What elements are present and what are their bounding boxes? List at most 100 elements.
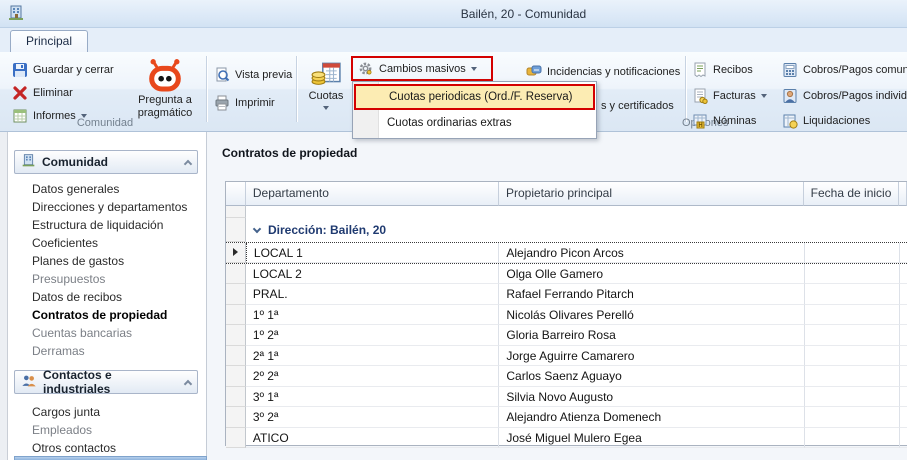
sidebar-item-otros-contactos[interactable]: Otros contactos	[8, 439, 207, 457]
cell-fecha[interactable]	[805, 407, 900, 428]
sidebar-item-derramas[interactable]: Derramas	[8, 342, 207, 360]
cell-departamento[interactable]: 1º 1ª	[246, 305, 499, 326]
row-indicator-cell	[226, 305, 246, 326]
payroll-icon: H	[692, 113, 708, 129]
facturas-button[interactable]: Facturas	[692, 86, 767, 106]
cell-fecha[interactable]	[805, 264, 900, 285]
cuotas-label: Cuotas	[309, 90, 344, 103]
cell-departamento[interactable]: 2º 2ª	[246, 366, 499, 387]
menu-item-cuotas-ordinarias-extras[interactable]: Cuotas ordinarias extras	[353, 111, 596, 138]
cell-propietario[interactable]: Silvia Novo Augusto	[499, 387, 804, 408]
sidebar-item-empleados[interactable]: Empleados	[8, 421, 207, 439]
cell-extra	[900, 366, 907, 387]
cambios-masivos-label: Cambios masivos	[379, 63, 466, 75]
cell-departamento[interactable]: LOCAL 2	[246, 264, 499, 285]
delete-button[interactable]: Eliminar	[12, 83, 73, 103]
table-row[interactable]: 3º 2ª Alejandro Atienza Domenech	[226, 407, 907, 428]
table-header-row: Departamento Propietario principal Fecha…	[226, 182, 907, 206]
cell-fecha[interactable]	[805, 387, 900, 408]
cobros-pagos-individuales-button[interactable]: Cobros/Pagos individu	[782, 86, 907, 106]
row-indicator-cell	[226, 366, 246, 387]
cell-propietario[interactable]: Rafael Ferrando Pitarch	[499, 284, 804, 305]
save-close-button[interactable]: Guardar y cerrar	[12, 60, 114, 80]
sidebar-list-contactos: Cargos junta Empleados Otros contactos	[8, 403, 207, 457]
facturas-label: Facturas	[713, 90, 756, 102]
table-row[interactable]: LOCAL 1 Alejandro Picon Arcos	[226, 242, 907, 264]
sidebar-item-datos-generales[interactable]: Datos generales	[8, 180, 207, 198]
ribbon-divider	[685, 56, 687, 122]
table-gap-row	[226, 206, 907, 218]
cell-fecha[interactable]	[805, 346, 900, 367]
table-row[interactable]: 3º 1ª Silvia Novo Augusto	[226, 387, 907, 408]
cell-propietario[interactable]: Carlos Saenz Aguayo	[499, 366, 804, 387]
print-button[interactable]: Imprimir	[214, 93, 275, 113]
column-header-departamento[interactable]: Departamento	[246, 182, 499, 206]
certificados-label-fragment[interactable]: s y certificados	[601, 100, 674, 112]
printer-icon	[214, 95, 230, 111]
cell-propietario[interactable]: Nicolás Olivares Perelló	[499, 305, 804, 326]
column-header-extra	[899, 182, 907, 206]
preview-button[interactable]: Vista previa	[214, 65, 292, 85]
sidebar-item-datos-recibos[interactable]: Datos de recibos	[8, 288, 207, 306]
cell-propietario[interactable]: Jorge Aguirre Camarero	[499, 346, 804, 367]
cell-fecha[interactable]	[805, 305, 900, 326]
table-row[interactable]: LOCAL 2 Olga Olle Gamero	[226, 264, 907, 285]
table-row[interactable]: 1º 1ª Nicolás Olivares Perelló	[226, 305, 907, 326]
cell-fecha[interactable]	[805, 428, 900, 449]
cell-departamento[interactable]: 3º 1ª	[246, 387, 499, 408]
sidebar-item-estructura-liquidacion[interactable]: Estructura de liquidación	[8, 216, 207, 234]
row-indicator-cell	[226, 206, 246, 218]
cell-propietario[interactable]: Olga Olle Gamero	[499, 264, 804, 285]
save-icon	[12, 62, 28, 78]
column-header-propietario[interactable]: Propietario principal	[499, 182, 804, 206]
cell-departamento[interactable]: 1º 2ª	[246, 325, 499, 346]
sidebar-item-planes-gastos[interactable]: Planes de gastos	[8, 252, 207, 270]
recibos-button[interactable]: Recibos	[692, 60, 753, 80]
liquidaciones-button[interactable]: Liquidaciones	[782, 111, 870, 131]
sidebar-item-cuentas-bancarias[interactable]: Cuentas bancarias	[8, 324, 207, 342]
cell-departamento[interactable]: PRAL.	[246, 284, 499, 305]
incidencias-button[interactable]: Incidencias y notificaciones	[526, 62, 680, 82]
cell-departamento[interactable]: ATICO	[246, 428, 499, 449]
nominas-button[interactable]: H Nóminas	[692, 111, 756, 131]
table-row[interactable]: 2º 2ª Carlos Saenz Aguayo	[226, 366, 907, 387]
cuotas-button[interactable]: Cuotas	[302, 56, 350, 113]
cell-propietario[interactable]: Alejandro Picon Arcos	[499, 243, 804, 263]
cell-propietario[interactable]: Alejandro Atienza Domenech	[499, 407, 804, 428]
sidebar-section-contactos[interactable]: Contactos e industriales	[14, 370, 198, 394]
table-row[interactable]: 2ª 1ª Jorge Aguirre Camarero	[226, 346, 907, 367]
cell-fecha[interactable]	[805, 284, 900, 305]
sidebar-item-cargos-junta[interactable]: Cargos junta	[8, 403, 207, 421]
menu-item-cuotas-periodicas[interactable]: Cuotas periodicas (Ord./F. Reserva)	[354, 84, 595, 110]
sidebar-next-section-edge[interactable]	[14, 456, 207, 460]
coins-calendar-icon	[311, 56, 341, 90]
robot-icon	[147, 56, 183, 94]
column-header-fecha[interactable]: Fecha de inicio	[804, 182, 899, 206]
chevron-down-icon	[471, 67, 477, 74]
cambios-masivos-button[interactable]: Cambios masivos	[358, 59, 477, 79]
chevron-down-icon[interactable]	[253, 224, 261, 232]
cell-departamento[interactable]: 3º 2ª	[246, 407, 499, 428]
table-row[interactable]: ATICO José Miguel Mulero Egea	[226, 428, 907, 449]
tab-principal[interactable]: Principal	[10, 30, 88, 52]
cell-departamento[interactable]: 2ª 1ª	[246, 346, 499, 367]
cobros-pagos-comunes-button[interactable]: Cobros/Pagos comuni	[782, 60, 907, 80]
table-group-row[interactable]: Dirección: Bailén, 20	[226, 218, 907, 242]
chevron-down-icon	[761, 94, 767, 101]
table-row[interactable]: 1º 2ª Gloria Barreiro Rosa	[226, 325, 907, 346]
cell-fecha[interactable]	[805, 325, 900, 346]
sidebar-item-contratos-propiedad[interactable]: Contratos de propiedad	[8, 306, 207, 324]
sidebar-item-direcciones[interactable]: Direcciones y departamentos	[8, 198, 207, 216]
cell-departamento[interactable]: LOCAL 1	[246, 243, 499, 263]
sidebar-item-coeficientes[interactable]: Coeficientes	[8, 234, 207, 252]
cell-fecha[interactable]	[805, 243, 900, 263]
sidebar-section-comunidad[interactable]: Comunidad	[14, 150, 198, 174]
reports-button[interactable]: Informes	[12, 106, 87, 126]
cell-fecha[interactable]	[805, 366, 900, 387]
row-indicator-cell	[226, 407, 246, 428]
cell-propietario[interactable]: José Miguel Mulero Egea	[499, 428, 804, 449]
cell-propietario[interactable]: Gloria Barreiro Rosa	[499, 325, 804, 346]
ask-pragmatico-button[interactable]: Pregunta a pragmático	[126, 56, 204, 120]
sidebar-item-presupuestos[interactable]: Presupuestos	[8, 270, 207, 288]
table-row[interactable]: PRAL. Rafael Ferrando Pitarch	[226, 284, 907, 305]
